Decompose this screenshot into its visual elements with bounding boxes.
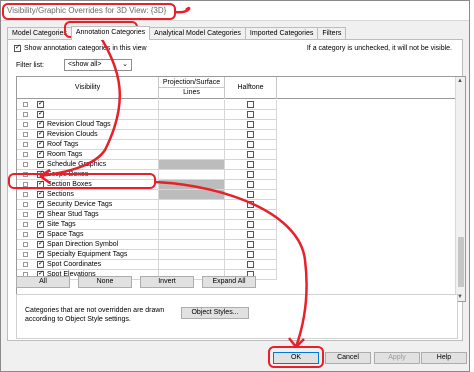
annotation-arrows [39,6,308,348]
tab-annotation-categories[interactable]: Annotation Categories [70,26,151,40]
